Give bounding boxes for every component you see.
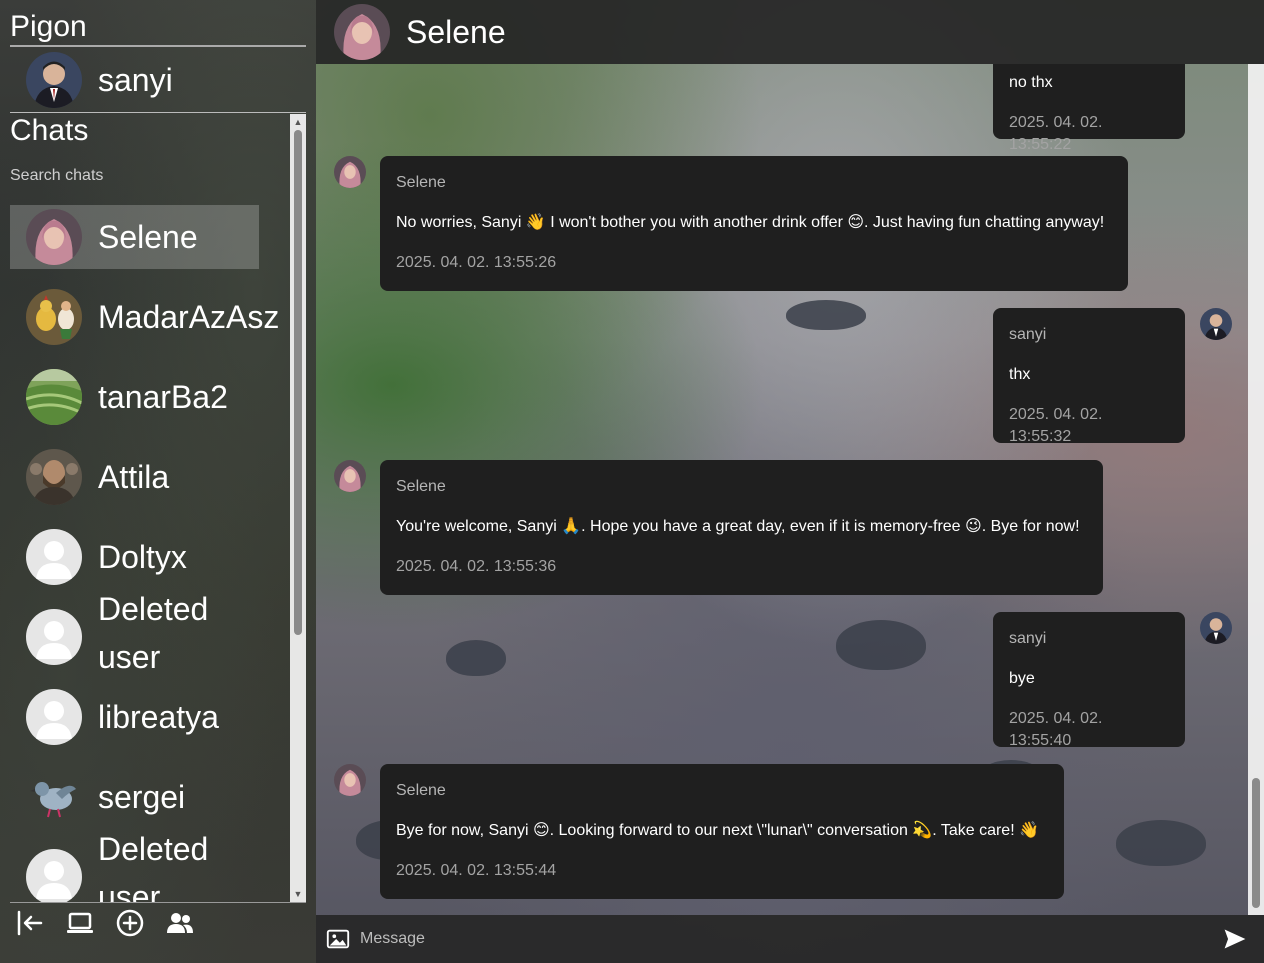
avatar — [1200, 308, 1232, 340]
message-text: thx — [1009, 366, 1031, 383]
message-timestamp: 2025. 04. 02. 13:55:22 — [1009, 114, 1103, 153]
avatar — [26, 369, 82, 425]
chat-name: Doltyx — [98, 539, 187, 575]
contacts-button[interactable] — [164, 906, 196, 940]
message-sender: Selene — [396, 478, 446, 495]
message-text: bye — [1009, 670, 1035, 687]
people-icon — [167, 913, 193, 933]
laptop-icon — [67, 912, 93, 933]
send-button[interactable] — [1220, 924, 1250, 954]
pigeon-icon — [26, 769, 82, 825]
message-timestamp: 2025. 04. 02. 13:55:44 — [396, 862, 557, 879]
logout-button[interactable] — [14, 906, 46, 940]
default-avatar-icon — [26, 529, 82, 585]
avatar — [26, 52, 82, 108]
scrollbar-thumb[interactable] — [1252, 778, 1260, 908]
message-bubble-outgoing[interactable]: sanyi no thx 2025. 04. 02. 13:55:22 — [993, 64, 1185, 153]
message-bubble-outgoing[interactable]: sanyi bye 2025. 04. 02. 13:55:40 — [993, 612, 1185, 749]
divider — [10, 112, 306, 113]
devices-button[interactable] — [64, 906, 96, 940]
avatar — [1200, 612, 1232, 644]
message-timestamp: 2025. 04. 02. 13:55:40 — [1009, 710, 1103, 749]
default-avatar-icon — [26, 609, 82, 665]
sidebar: Pigon sanyi Chats Selene MadarAzAsz tana… — [0, 0, 316, 963]
message-text: You're welcome, Sanyi 🙏. Hope you have a… — [396, 518, 1080, 535]
divider — [10, 45, 306, 47]
chat-item-deleted-user[interactable]: Deleted user — [10, 591, 259, 675]
search-chats-input[interactable] — [10, 164, 280, 188]
chat-list: Selene MadarAzAsz tanarBa2 Attila Doltyx — [10, 205, 290, 902]
chats-heading: Chats — [10, 114, 89, 147]
chat-item-selene[interactable]: Selene — [10, 205, 259, 269]
avatar — [334, 156, 366, 188]
default-avatar-icon — [26, 689, 82, 745]
avatar — [26, 449, 82, 505]
add-circle-icon — [116, 909, 144, 937]
message-list: sanyi no thx 2025. 04. 02. 13:55:22 Sele… — [316, 64, 1248, 915]
avatar — [334, 460, 366, 492]
send-icon — [1224, 929, 1246, 949]
message-timestamp: 2025. 04. 02. 13:55:32 — [1009, 406, 1103, 445]
current-user[interactable]: sanyi — [26, 52, 173, 108]
chat-item-deleted-user[interactable]: Deleted user — [10, 831, 259, 902]
chat-pane: Selene sanyi no thx 2025. 04. 02. 13:55:… — [316, 0, 1264, 963]
chat-name: Deleted user — [98, 831, 209, 902]
message-bubble-outgoing[interactable]: sanyi thx 2025. 04. 02. 13:55:32 — [993, 308, 1185, 445]
avatar — [26, 209, 82, 265]
message-text: Bye for now, Sanyi 😊. Looking forward to… — [396, 822, 1040, 839]
message-list-scrollbar[interactable] — [1248, 64, 1264, 915]
sidebar-footer — [14, 906, 196, 940]
message-bubble-incoming[interactable]: Selene You're welcome, Sanyi 🙏. Hope you… — [380, 460, 1103, 595]
logout-icon — [17, 910, 43, 936]
message-sender: sanyi — [1009, 630, 1047, 647]
chat-list-scrollbar[interactable]: ▲ ▼ — [290, 114, 306, 902]
chat-item-libreatya[interactable]: libreatya — [10, 685, 259, 749]
message-sender: sanyi — [1009, 326, 1047, 343]
avatar[interactable] — [334, 4, 390, 60]
chat-name: sergei — [98, 779, 186, 815]
scroll-down-icon[interactable]: ▼ — [293, 889, 303, 899]
scrollbar-thumb[interactable] — [294, 130, 302, 635]
chat-name: Attila — [98, 459, 170, 495]
message-bubble-incoming[interactable]: Selene Bye for now, Sanyi 😊. Looking for… — [380, 764, 1064, 899]
chat-item-madarazasz[interactable]: MadarAzAsz — [10, 285, 279, 349]
message-timestamp: 2025. 04. 02. 13:55:36 — [396, 558, 557, 575]
chat-item-doltyx[interactable]: Doltyx — [10, 525, 259, 589]
avatar — [334, 764, 366, 796]
message-input[interactable] — [360, 924, 1220, 954]
image-icon — [326, 929, 350, 949]
chat-header: Selene — [316, 0, 1264, 64]
attach-image-button[interactable] — [324, 925, 352, 953]
message-sender: Selene — [396, 174, 446, 191]
scroll-up-icon[interactable]: ▲ — [293, 117, 303, 127]
message-text: no thx — [1009, 74, 1053, 91]
message-composer — [316, 915, 1264, 963]
message-text: No worries, Sanyi 👋 I won't bother you w… — [396, 214, 1105, 231]
chat-name: Selene — [98, 219, 198, 255]
message-timestamp: 2025. 04. 02. 13:55:26 — [396, 254, 557, 271]
chat-name: tanarBa2 — [98, 379, 228, 415]
chat-name: Deleted user — [98, 591, 209, 675]
chat-item-attila[interactable]: Attila — [10, 445, 259, 509]
chat-name: libreatya — [98, 699, 219, 735]
divider — [10, 902, 306, 903]
new-chat-button[interactable] — [114, 906, 146, 940]
chat-title: Selene — [406, 13, 506, 50]
message-sender: Selene — [396, 782, 446, 799]
chat-item-sergei[interactable]: sergei — [10, 765, 259, 829]
current-user-name: sanyi — [98, 61, 173, 98]
default-avatar-icon — [26, 849, 82, 902]
chat-item-tanarba2[interactable]: tanarBa2 — [10, 365, 259, 429]
message-bubble-incoming[interactable]: Selene No worries, Sanyi 👋 I won't bothe… — [380, 156, 1128, 291]
avatar — [26, 289, 82, 345]
chat-name: MadarAzAsz — [98, 299, 280, 335]
app-title: Pigon — [10, 10, 87, 43]
